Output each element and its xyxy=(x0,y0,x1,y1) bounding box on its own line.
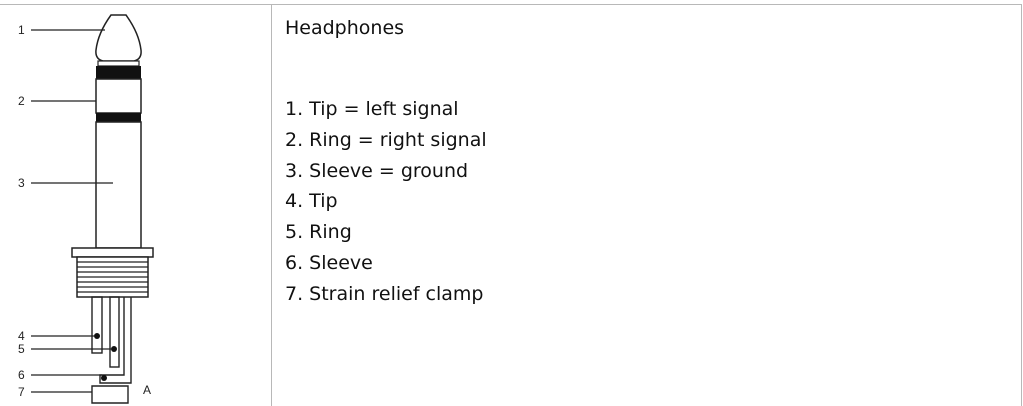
ring-insulator xyxy=(96,113,141,122)
tip-collar xyxy=(97,60,140,67)
part-list: 1. Tip = left signal 2. Ring = right sig… xyxy=(285,94,487,310)
list-item: 1. Tip = left signal xyxy=(285,98,459,120)
plug-flange xyxy=(71,247,154,258)
terminal-tip xyxy=(91,296,103,354)
callout-5: 5 xyxy=(18,342,25,356)
tip-insulator xyxy=(96,66,141,79)
corner-label-a: A xyxy=(143,383,151,397)
callout-1: 1 xyxy=(18,23,25,37)
plug-tip xyxy=(95,14,142,62)
table-right-border xyxy=(1021,4,1022,406)
callout-4: 4 xyxy=(18,329,25,343)
list-item: 3. Sleeve = ground xyxy=(285,159,469,182)
plug-ring xyxy=(95,78,142,114)
callout-2: 2 xyxy=(18,94,25,108)
column-divider xyxy=(271,4,272,406)
list-item: 4. Tip xyxy=(285,190,338,213)
callout-3: 3 xyxy=(18,176,25,190)
terminal-sleeve xyxy=(99,297,132,384)
spec-table: 1 2 3 4 5 6 7 A Headphones 1. Tip = left… xyxy=(0,0,1022,406)
callout-6: 6 xyxy=(18,368,25,382)
jack-plug-drawing: 1 2 3 4 5 6 7 A xyxy=(18,14,154,404)
section-heading: Headphones xyxy=(285,17,405,39)
strain-relief-clamp xyxy=(91,385,129,404)
list-item: 5. Ring xyxy=(285,221,352,244)
list-item: 2. Ring = right signal xyxy=(285,128,487,151)
callout-7: 7 xyxy=(18,385,25,399)
list-item: 6. Sleeve xyxy=(285,251,373,274)
jack-plug-diagram: 1 2 3 4 5 6 7 A xyxy=(0,5,271,406)
plug-sleeve xyxy=(95,121,142,249)
list-item: 7. Strain relief clamp xyxy=(285,282,484,305)
terminal-ring xyxy=(109,296,120,368)
solder-points xyxy=(94,333,117,381)
thread-lines xyxy=(77,261,148,293)
